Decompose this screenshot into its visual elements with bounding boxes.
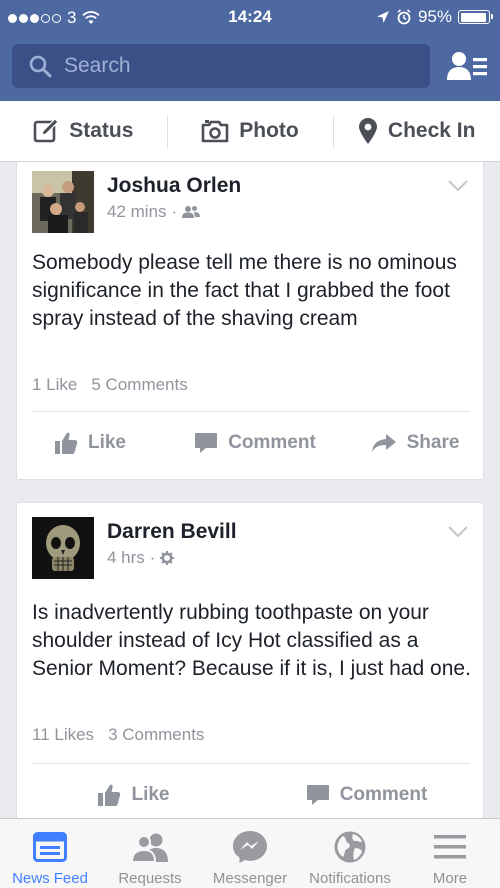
tab-bar: News Feed Requests Messenger Notificatio… — [0, 818, 500, 888]
avatar[interactable] — [32, 517, 94, 579]
post-meta: 4 hrs · — [107, 548, 175, 568]
location-pin-icon — [358, 118, 377, 144]
post-author[interactable]: Joshua Orlen — [107, 174, 241, 198]
thumbs-up-icon — [98, 784, 121, 806]
divider — [32, 411, 470, 412]
status-button[interactable]: Status — [0, 101, 167, 161]
post-time[interactable]: 42 mins — [107, 202, 167, 222]
location-arrow-icon — [376, 11, 389, 23]
comment-label: Comment — [339, 784, 428, 805]
like-button[interactable]: Like — [17, 423, 163, 463]
check-in-button[interactable]: Check In — [333, 101, 500, 161]
friends-icon — [182, 206, 201, 218]
tab-label: More — [432, 870, 468, 887]
share-button[interactable]: Share — [347, 423, 483, 463]
post-counts: 11 Likes 3 Comments — [32, 725, 204, 745]
top-header: 3 14:24 95% Search — [0, 0, 500, 101]
post-card: Joshua Orlen 42 mins · Somebody please t… — [16, 162, 484, 480]
post-card: Darren Bevill 4 hrs · Is inadvertently r… — [16, 502, 484, 818]
search-icon — [29, 55, 52, 78]
menu-icon — [434, 835, 466, 859]
tab-notifications[interactable]: Notifications — [300, 819, 400, 888]
status-label: Status — [69, 119, 134, 142]
search-bar[interactable]: Search — [12, 44, 430, 88]
post-actions: Like Comment Share — [17, 423, 483, 463]
share-label: Share — [406, 432, 460, 453]
news-feed-icon — [33, 832, 67, 862]
like-label: Like — [87, 432, 127, 453]
tab-messenger[interactable]: Messenger — [200, 819, 300, 888]
tab-more[interactable]: More — [400, 819, 500, 888]
like-count[interactable]: 1 Like — [32, 375, 77, 395]
chevron-down-icon[interactable] — [447, 525, 469, 539]
post-author[interactable]: Darren Bevill — [107, 520, 237, 544]
news-feed[interactable]: Joshua Orlen 42 mins · Somebody please t… — [0, 162, 500, 818]
camera-icon — [201, 120, 229, 143]
comment-icon — [195, 433, 218, 453]
alarm-icon — [397, 9, 411, 25]
comment-button[interactable]: Comment — [163, 423, 347, 463]
battery-percent: 95% — [417, 7, 452, 26]
avatar[interactable] — [32, 171, 94, 233]
tab-requests[interactable]: Requests — [100, 819, 200, 888]
like-button[interactable]: Like — [17, 775, 250, 815]
thumbs-up-icon — [54, 432, 78, 454]
tab-label: Messenger — [212, 870, 288, 887]
post-meta: 42 mins · — [107, 202, 201, 222]
like-count[interactable]: 11 Likes — [32, 725, 94, 745]
post-counts: 1 Like 5 Comments — [32, 375, 188, 395]
tab-label: Notifications — [309, 870, 391, 887]
messenger-icon — [233, 831, 267, 863]
check-in-label: Check In — [387, 119, 476, 142]
globe-icon — [334, 831, 366, 863]
comment-button[interactable]: Comment — [250, 775, 483, 815]
tab-news-feed[interactable]: News Feed — [0, 819, 100, 888]
photo-button[interactable]: Photo — [166, 101, 334, 161]
comment-icon — [306, 785, 329, 805]
tab-label: Requests — [118, 870, 182, 887]
post-text: Is inadvertently rubbing toothpaste on y… — [32, 601, 471, 680]
post-actions: Like Comment — [17, 775, 483, 815]
divider — [32, 763, 470, 764]
share-arrow-icon — [371, 434, 396, 452]
requests-icon — [131, 833, 168, 862]
comment-count[interactable]: 5 Comments — [91, 375, 187, 395]
edit-icon — [33, 118, 60, 143]
battery-icon — [458, 10, 493, 24]
gear-icon — [160, 551, 175, 565]
post-time[interactable]: 4 hrs — [107, 548, 145, 568]
comment-count[interactable]: 3 Comments — [108, 725, 204, 745]
status-bar: 3 14:24 95% — [0, 0, 500, 36]
post-text: Somebody please tell me there is no omin… — [32, 251, 457, 330]
friends-list-icon[interactable] — [447, 50, 489, 82]
tab-label: News Feed — [12, 870, 88, 887]
composer-bar: Status Photo Check In — [0, 101, 500, 162]
photo-label: Photo — [239, 119, 299, 142]
chevron-down-icon[interactable] — [447, 179, 469, 193]
like-label: Like — [131, 784, 170, 805]
comment-label: Comment — [228, 432, 316, 453]
search-placeholder: Search — [64, 54, 131, 77]
